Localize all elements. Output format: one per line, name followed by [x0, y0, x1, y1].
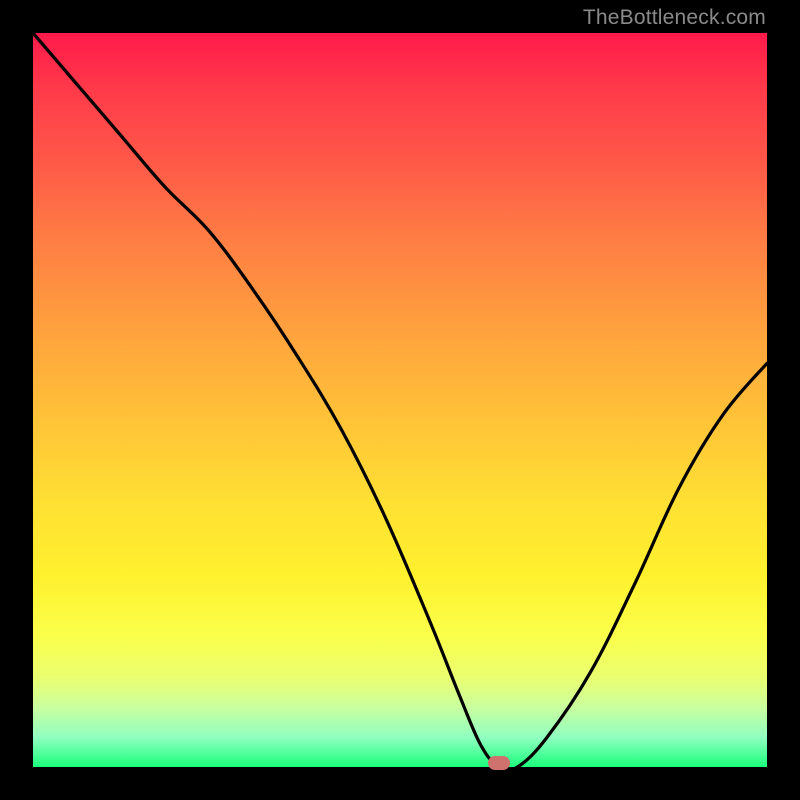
- curve-path: [33, 33, 767, 767]
- bottleneck-curve: [33, 33, 767, 767]
- watermark-text: TheBottleneck.com: [583, 6, 766, 30]
- plot-area: [33, 33, 767, 767]
- chart-frame: TheBottleneck.com: [0, 0, 800, 800]
- optimal-marker: [488, 756, 510, 770]
